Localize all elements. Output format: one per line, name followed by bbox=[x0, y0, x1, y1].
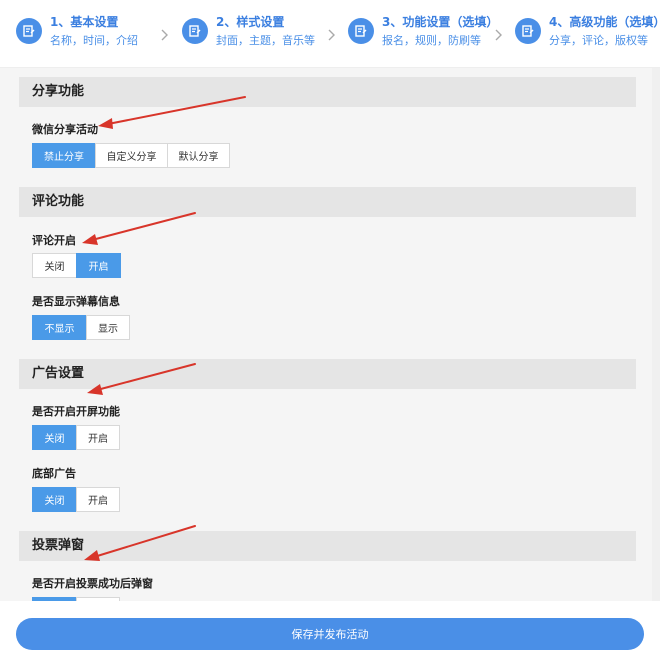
steps-bar: 1、基本设置 名称，时间，介绍 2、样式设置 封面，主题，音乐等 3、功能设置（… bbox=[0, 0, 660, 68]
step-title: 4、高级功能（选填） bbox=[549, 15, 660, 29]
step-subtitle: 封面，主题，音乐等 bbox=[216, 34, 315, 47]
wechat-share-label: 微信分享活动 bbox=[32, 123, 98, 136]
step-function[interactable]: 3、功能设置（选填） 报名，规则，防刷等 bbox=[348, 14, 498, 49]
share-custom-button[interactable]: 自定义分享 bbox=[95, 143, 168, 168]
footer: 保存并发布活动 bbox=[0, 601, 660, 653]
chevron-right-icon bbox=[160, 26, 170, 41]
section-header-vote: 投票弹窗 bbox=[19, 531, 636, 561]
arrow-head bbox=[98, 118, 113, 129]
comment-off-button[interactable]: 关闭 bbox=[32, 253, 77, 278]
section-header-comment: 评论功能 bbox=[19, 187, 636, 217]
danmaku-hide-button[interactable]: 不显示 bbox=[32, 315, 87, 340]
arrow-head bbox=[82, 234, 98, 245]
danmaku-label: 是否显示弹幕信息 bbox=[32, 295, 120, 308]
splash-options: 关闭 开启 bbox=[32, 425, 120, 450]
wechat-share-options: 禁止分享 自定义分享 默认分享 bbox=[32, 143, 230, 168]
bottom-ad-on-button[interactable]: 开启 bbox=[76, 487, 120, 512]
step-style[interactable]: 2、样式设置 封面，主题，音乐等 bbox=[182, 14, 315, 49]
step-title: 2、样式设置 bbox=[216, 15, 285, 29]
edit-icon bbox=[348, 18, 374, 44]
comment-enable-options: 关闭 开启 bbox=[32, 253, 121, 278]
bottom-ad-off-button[interactable]: 关闭 bbox=[32, 487, 77, 512]
edit-icon bbox=[16, 18, 42, 44]
chevron-right-icon bbox=[327, 26, 337, 41]
step-title: 3、功能设置（选填） bbox=[382, 15, 499, 29]
share-disable-button[interactable]: 禁止分享 bbox=[32, 143, 96, 168]
danmaku-show-button[interactable]: 显示 bbox=[86, 315, 130, 340]
scrollbar[interactable] bbox=[652, 68, 660, 601]
chevron-right-icon bbox=[494, 26, 504, 41]
settings-content[interactable]: 分享功能 微信分享活动 禁止分享 自定义分享 默认分享 评论功能 评论开启 关闭… bbox=[0, 68, 660, 601]
step-subtitle: 分享，评论，版权等 bbox=[549, 34, 648, 47]
bottom-ad-label: 底部广告 bbox=[32, 467, 76, 480]
section-header-share: 分享功能 bbox=[19, 77, 636, 107]
save-publish-button[interactable]: 保存并发布活动 bbox=[16, 618, 644, 650]
step-advanced[interactable]: 4、高级功能（选填） 分享，评论，版权等 bbox=[515, 14, 660, 49]
step-basic[interactable]: 1、基本设置 名称，时间，介绍 bbox=[16, 14, 138, 49]
step-subtitle: 名称，时间，介绍 bbox=[50, 34, 138, 47]
danmaku-options: 不显示 显示 bbox=[32, 315, 130, 340]
step-title: 1、基本设置 bbox=[50, 15, 119, 29]
edit-icon bbox=[515, 18, 541, 44]
share-default-button[interactable]: 默认分享 bbox=[167, 143, 230, 168]
comment-on-button[interactable]: 开启 bbox=[76, 253, 121, 278]
splash-on-button[interactable]: 开启 bbox=[76, 425, 120, 450]
bottom-ad-options: 关闭 开启 bbox=[32, 487, 120, 512]
step-subtitle: 报名，规则，防刷等 bbox=[382, 34, 481, 47]
comment-enable-label: 评论开启 bbox=[32, 234, 76, 247]
splash-label: 是否开启开屏功能 bbox=[32, 405, 120, 418]
vote-popup-label: 是否开启投票成功后弹窗 bbox=[32, 577, 153, 590]
splash-off-button[interactable]: 关闭 bbox=[32, 425, 77, 450]
arrow-line bbox=[91, 212, 196, 241]
edit-icon bbox=[182, 18, 208, 44]
section-header-ad: 广告设置 bbox=[19, 359, 636, 389]
